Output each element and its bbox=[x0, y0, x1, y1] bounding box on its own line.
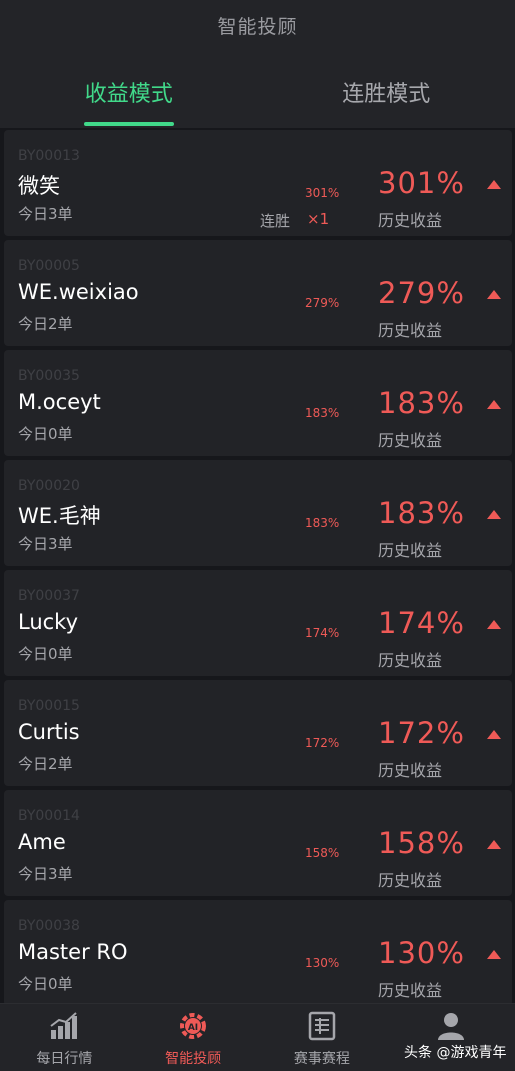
advisor-name: Lucky bbox=[18, 610, 79, 634]
recent-return: 174% bbox=[305, 626, 340, 640]
user-icon bbox=[437, 1013, 464, 1040]
recent-return: 301% bbox=[305, 186, 340, 200]
history-label: 历史收益 bbox=[378, 211, 443, 230]
history-return: 130% bbox=[378, 936, 465, 970]
advisor-name: Ame bbox=[18, 830, 66, 854]
watermark: 头条 @游戏青年 bbox=[404, 1045, 507, 1061]
recent-return: 279% bbox=[305, 296, 340, 310]
advisor-id: BY00035 bbox=[18, 368, 80, 384]
nav-label: 智能投顾 bbox=[165, 1051, 222, 1067]
advisor-card[interactable]: BY00037 Lucky 今日0单 174% 174% 历史收益 bbox=[4, 570, 512, 676]
arrow-up-icon bbox=[487, 400, 501, 409]
streak-label: 连胜 bbox=[260, 212, 291, 230]
history-return: 183% bbox=[378, 386, 465, 420]
advisor-card[interactable]: BY00014 Ame 今日3单 158% 158% 历史收益 bbox=[4, 790, 512, 896]
advisor-name: 微笑 bbox=[18, 174, 60, 198]
advisor-name: Curtis bbox=[18, 720, 80, 744]
history-return: 279% bbox=[378, 276, 465, 310]
today-orders: 今日2单 bbox=[18, 315, 73, 333]
history-label: 历史收益 bbox=[378, 651, 443, 670]
page-title: 智能投顾 bbox=[217, 16, 298, 38]
app-header: 智能投顾 收益模式 连胜模式 bbox=[0, 0, 515, 128]
tab-active-indicator bbox=[83, 122, 174, 126]
history-label: 历史收益 bbox=[378, 541, 443, 560]
history-label: 历史收益 bbox=[378, 431, 443, 450]
bar-chart-icon bbox=[50, 1012, 78, 1039]
today-orders: 今日3单 bbox=[18, 535, 73, 553]
mode-tabs: 收益模式 连胜模式 bbox=[0, 62, 515, 128]
arrow-up-icon bbox=[487, 730, 501, 739]
arrow-up-icon bbox=[487, 840, 501, 849]
today-orders: 今日0单 bbox=[18, 975, 73, 993]
arrow-up-icon bbox=[487, 290, 501, 299]
advisor-id: BY00015 bbox=[18, 698, 80, 714]
advisor-name: Master RO bbox=[18, 940, 128, 964]
advisor-id: BY00037 bbox=[18, 588, 80, 604]
svg-text:AI: AI bbox=[188, 1023, 198, 1033]
advisor-card[interactable]: BY00005 WE.weixiao 今日2单 279% 279% 历史收益 bbox=[4, 240, 512, 346]
recent-return: 183% bbox=[305, 406, 340, 420]
history-label: 历史收益 bbox=[378, 871, 443, 890]
advisor-name: M.oceyt bbox=[18, 390, 101, 414]
today-orders: 今日3单 bbox=[18, 205, 73, 223]
advisor-name: WE.毛神 bbox=[18, 504, 101, 528]
nav-label: 赛事赛程 bbox=[293, 1051, 350, 1067]
recent-return: 158% bbox=[305, 846, 340, 860]
today-orders: 今日0单 bbox=[18, 645, 73, 663]
history-label: 历史收益 bbox=[378, 761, 443, 780]
advisor-card[interactable]: BY00038 Master RO 今日0单 130% 130% 历史收益 bbox=[4, 900, 512, 1006]
advisor-id: BY00038 bbox=[18, 918, 80, 934]
advisor-card[interactable]: BY00015 Curtis 今日2单 172% 172% 历史收益 bbox=[4, 680, 512, 786]
advisor-name: WE.weixiao bbox=[18, 280, 139, 304]
advisor-id: BY00013 bbox=[18, 148, 80, 164]
history-return: 183% bbox=[378, 496, 465, 530]
recent-return: 130% bbox=[305, 956, 340, 970]
history-label: 历史收益 bbox=[378, 321, 443, 340]
advisor-id: BY00020 bbox=[18, 478, 80, 494]
nav-daily-market[interactable]: 每日行情 bbox=[0, 1004, 129, 1071]
advisor-id: BY00005 bbox=[18, 258, 80, 274]
advisor-card[interactable]: BY00035 M.oceyt 今日0单 183% 183% 历史收益 bbox=[4, 350, 512, 456]
history-return: 172% bbox=[378, 716, 465, 750]
schedule-icon bbox=[308, 1011, 336, 1041]
recent-return: 172% bbox=[305, 736, 340, 750]
today-orders: 今日2单 bbox=[18, 755, 73, 773]
history-return: 174% bbox=[378, 606, 465, 640]
arrow-up-icon bbox=[487, 950, 501, 959]
history-return: 301% bbox=[378, 166, 465, 200]
arrow-up-icon bbox=[487, 180, 501, 189]
arrow-up-icon bbox=[487, 510, 501, 519]
today-orders: 今日3单 bbox=[18, 865, 73, 883]
advisor-card[interactable]: BY00020 WE.毛神 今日3单 183% 183% 历史收益 bbox=[4, 460, 512, 566]
nav-label: 每日行情 bbox=[36, 1051, 93, 1067]
tab-profit-mode[interactable]: 收益模式 bbox=[0, 62, 258, 128]
today-orders: 今日0单 bbox=[18, 425, 73, 443]
nav-schedule[interactable]: 赛事赛程 bbox=[258, 1004, 387, 1071]
advisor-card[interactable]: BY00013 微笑 今日3单 301% 连胜 ×1 301% 历史收益 bbox=[4, 130, 512, 236]
ai-gear-icon: AI bbox=[180, 1013, 207, 1039]
tab-label: 收益模式 bbox=[84, 82, 173, 107]
tab-label: 连胜模式 bbox=[342, 82, 431, 107]
streak-multiplier: ×1 bbox=[307, 210, 330, 228]
arrow-up-icon bbox=[487, 620, 501, 629]
nav-smart-advisor[interactable]: AI 智能投顾 bbox=[129, 1004, 258, 1071]
recent-return: 183% bbox=[305, 516, 340, 530]
history-return: 158% bbox=[378, 826, 465, 860]
tab-streak-mode[interactable]: 连胜模式 bbox=[258, 62, 515, 128]
advisor-id: BY00014 bbox=[18, 808, 80, 824]
history-label: 历史收益 bbox=[378, 981, 443, 1000]
